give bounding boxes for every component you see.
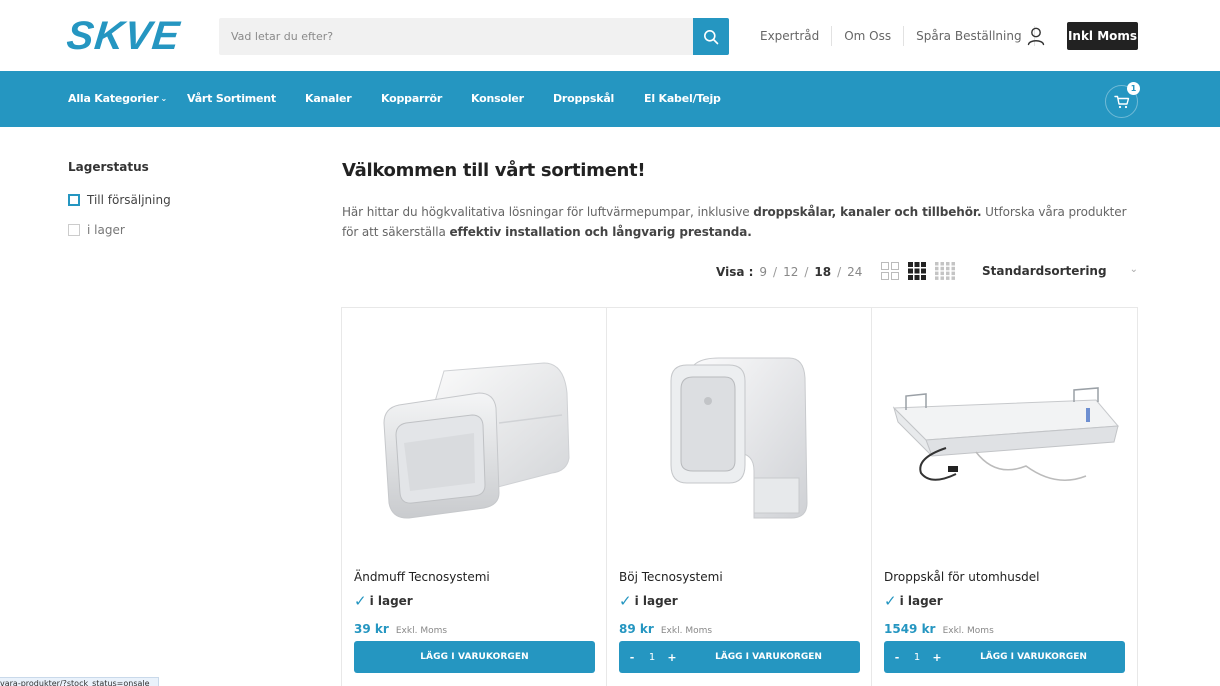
checkmark-icon: ✓	[619, 592, 632, 610]
per-page-selector: Visa : 9/ 12/ 18/ 24	[716, 265, 863, 279]
quantity-decrease-button[interactable]: -	[886, 651, 908, 664]
quantity-value[interactable]: 1	[908, 652, 926, 663]
user-icon[interactable]	[1026, 26, 1046, 46]
nav-item-vart-sortiment[interactable]: Vårt Sortiment	[187, 92, 276, 105]
grid-2-icon[interactable]	[881, 262, 899, 280]
nav-item-el-kabel-tejp[interactable]: El Kabel/Tejp	[644, 92, 721, 105]
nav-item-droppskal[interactable]: Droppskål	[553, 92, 614, 105]
stock-status: ✓ i lager	[884, 592, 943, 610]
add-to-cart-button[interactable]: LÄGG I VARUKORGEN	[683, 652, 860, 662]
logo[interactable]: SKVE	[65, 14, 183, 58]
moms-toggle-button[interactable]: Inkl Moms	[1067, 22, 1138, 50]
intro-text-bold: effektiv installation och långvarig pres…	[449, 225, 752, 239]
product-price: 1549 kr Exkl. Moms	[884, 618, 994, 637]
chevron-down-icon: ⌄	[1129, 264, 1138, 275]
link-expertrad[interactable]: Expertråd	[748, 26, 833, 46]
main-nav: Alla Kategorier ⌄ Vårt Sortiment Kanaler …	[0, 71, 1220, 127]
product-price: 39 kr Exkl. Moms	[354, 618, 447, 637]
per-page-option[interactable]: 24	[847, 265, 862, 279]
product-card: Droppskål för utomhusdel ✓ i lager 1549 …	[872, 308, 1137, 686]
filter-label: i lager	[87, 223, 125, 237]
product-image-andmuff[interactable]	[354, 328, 594, 548]
per-page-label: Visa :	[716, 265, 754, 279]
product-image-boj[interactable]	[619, 328, 859, 548]
search-input[interactable]	[219, 18, 693, 55]
quantity-increase-button[interactable]: +	[661, 651, 683, 664]
product-grid: Ändmuff Tecnosystemi ✓ i lager 39 kr Exk…	[341, 307, 1138, 686]
nav-item-konsoler[interactable]: Konsoler	[471, 92, 524, 105]
search-icon	[704, 29, 719, 44]
cart-icon	[1113, 95, 1129, 108]
stock-label: i lager	[899, 594, 943, 608]
product-image-droppskal[interactable]	[884, 328, 1124, 548]
per-page-option-active[interactable]: 18	[814, 265, 831, 279]
nav-item-alla-kategorier[interactable]: Alla Kategorier ⌄	[68, 92, 167, 105]
add-to-cart-group: - 1 + LÄGG I VARUKORGEN	[884, 641, 1125, 673]
checkbox[interactable]	[68, 194, 80, 206]
search-bar	[219, 18, 729, 55]
page-title: Välkommen till vårt sortiment!	[342, 160, 646, 181]
stock-status: ✓ i lager	[354, 592, 413, 610]
stock-label: i lager	[634, 594, 678, 608]
intro-text-part: Här hittar du högkvalitativa lösningar f…	[342, 205, 754, 219]
checkmark-icon: ✓	[884, 592, 897, 610]
quantity-increase-button[interactable]: +	[926, 651, 948, 664]
product-card: Ändmuff Tecnosystemi ✓ i lager 39 kr Exk…	[342, 308, 607, 686]
per-page-option[interactable]: 12	[783, 265, 798, 279]
stock-status: ✓ i lager	[619, 592, 678, 610]
product-name[interactable]: Böj Tecnosystemi	[619, 570, 723, 584]
link-spara-bestallning[interactable]: Spåra Beställning	[904, 26, 1035, 46]
sort-select[interactable]: Standardsortering ⌄	[982, 264, 1138, 278]
price-amount: 1549 kr	[884, 622, 936, 636]
sort-label: Standardsortering	[982, 264, 1107, 278]
filter-i-lager[interactable]: i lager	[68, 223, 125, 237]
product-name[interactable]: Droppskål för utomhusdel	[884, 570, 1039, 584]
top-links: Expertråd Om Oss Spåra Beställning	[748, 26, 1035, 46]
cart-count-badge: 1	[1127, 82, 1140, 95]
per-page-option[interactable]: 9	[759, 265, 767, 279]
price-tax-label: Exkl. Moms	[395, 626, 448, 636]
checkmark-icon: ✓	[354, 592, 367, 610]
cart-button[interactable]: 1	[1105, 82, 1140, 118]
product-card: Böj Tecnosystemi ✓ i lager 89 kr Exkl. M…	[607, 308, 872, 686]
add-to-cart-button[interactable]: LÄGG I VARUKORGEN	[948, 652, 1125, 662]
price-amount: 39 kr	[354, 622, 389, 636]
search-button[interactable]	[693, 18, 729, 55]
intro-text-bold: droppskålar, kanaler och tillbehör.	[753, 205, 982, 219]
top-header: SKVE Expertråd Om Oss Spåra Beställning …	[0, 0, 1220, 71]
grid-view-switcher	[881, 262, 955, 280]
grid-3-icon[interactable]	[908, 262, 926, 280]
add-to-cart-group: - 1 + LÄGG I VARUKORGEN	[619, 641, 860, 673]
quantity-value[interactable]: 1	[643, 652, 661, 663]
link-om-oss[interactable]: Om Oss	[832, 26, 905, 46]
intro-text: Här hittar du högkvalitativa lösningar f…	[342, 202, 1142, 242]
nav-item-label: Alla Kategorier	[68, 92, 159, 105]
chevron-down-icon: ⌄	[160, 94, 167, 103]
filter-label: Till försäljning	[87, 193, 171, 207]
nav-item-kanaler[interactable]: Kanaler	[305, 92, 352, 105]
product-price: 89 kr Exkl. Moms	[619, 618, 712, 637]
nav-item-kopparror[interactable]: Kopparrör	[381, 92, 442, 105]
filter-till-forsaljning[interactable]: Till försäljning	[68, 193, 171, 207]
filter-title: Lagerstatus	[68, 160, 149, 174]
add-to-cart-button[interactable]: LÄGG I VARUKORGEN	[354, 641, 595, 673]
grid-4-icon[interactable]	[935, 262, 955, 280]
browser-status-bar: vara-produkter/?stock_status=onsale	[0, 677, 159, 686]
product-name[interactable]: Ändmuff Tecnosystemi	[354, 570, 490, 584]
stock-label: i lager	[369, 594, 413, 608]
checkbox[interactable]	[68, 224, 80, 236]
price-tax-label: Exkl. Moms	[660, 626, 713, 636]
price-amount: 89 kr	[619, 622, 654, 636]
quantity-decrease-button[interactable]: -	[621, 651, 643, 664]
price-tax-label: Exkl. Moms	[942, 626, 994, 636]
